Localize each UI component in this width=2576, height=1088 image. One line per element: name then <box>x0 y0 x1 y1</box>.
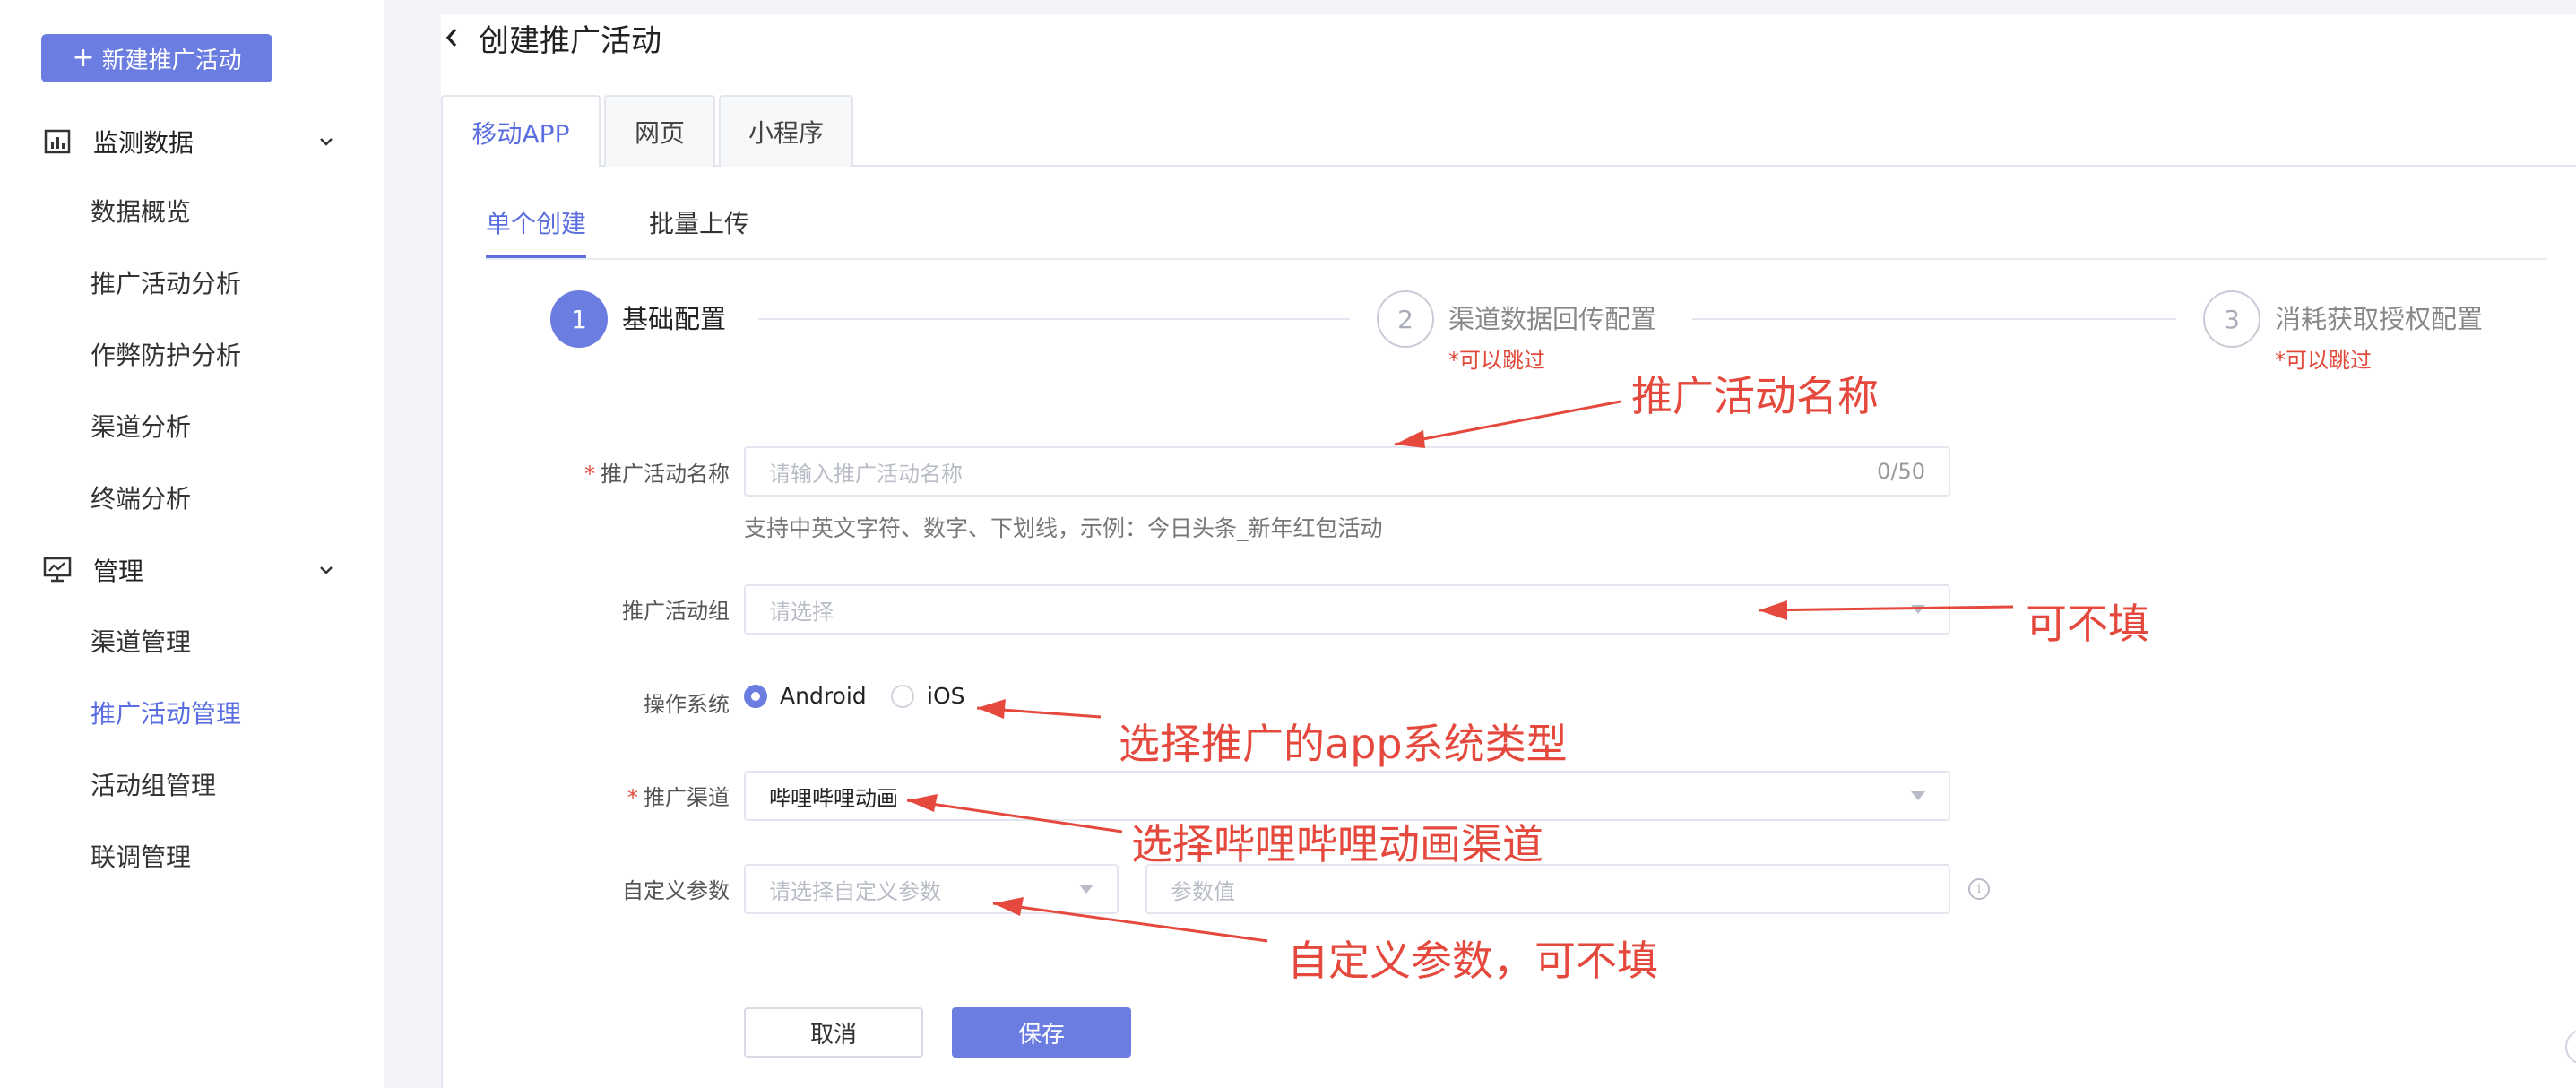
required-mark: * <box>627 785 638 810</box>
chevron-down-icon <box>316 559 337 581</box>
os-label: 操作系统 <box>644 692 730 717</box>
radio-unchecked-icon <box>891 684 914 708</box>
annotation-custom-param: 自定义参数，可不填 <box>1287 937 1658 985</box>
campaign-group-select[interactable]: 请选择 <box>744 584 1950 635</box>
step-skip-note: *可以跳过 <box>1448 348 1545 373</box>
info-icon[interactable]: i <box>1968 878 1990 900</box>
cancel-button[interactable]: 取消 <box>744 1007 923 1058</box>
main-area: 创建推广活动 移动APP 网页 小程序 单个创建 批量上传 1 基础配置 2 渠… <box>441 0 2576 1088</box>
chevron-down-icon <box>316 131 337 152</box>
tab-mini-program[interactable]: 小程序 <box>719 95 853 167</box>
channel-label: * 推广渠道 <box>627 785 730 810</box>
annotation-channel: 选择哔哩哔哩动画渠道 <box>1131 820 1543 868</box>
step-title: 基础配置 <box>622 304 727 334</box>
custom-param-label: 自定义参数 <box>622 878 730 903</box>
campaign-name-input[interactable]: 请输入推广活动名称 0/50 <box>744 446 1950 497</box>
campaign-name-placeholder: 请输入推广活动名称 <box>769 461 963 487</box>
annotation-os-type: 选择推广的app系统类型 <box>1119 720 1568 768</box>
campaign-name-label: * 推广活动名称 <box>584 462 730 487</box>
top-strip <box>384 0 2576 14</box>
sidebar-group-management[interactable]: 管理 <box>41 543 337 597</box>
caret-down-icon <box>1079 885 1094 894</box>
create-mode-tabs: 单个创建 批量上传 <box>486 203 2547 260</box>
radio-checked-icon <box>744 684 767 708</box>
os-ios-label: iOS <box>927 683 965 709</box>
tab-web[interactable]: 网页 <box>604 95 715 167</box>
sidebar-item-channel-management[interactable]: 渠道管理 <box>91 620 191 665</box>
sidebar: + 新建推广活动 监测数据 数据概览 推广活动分析 作弊防护分析 渠道分析 终端… <box>0 0 384 1088</box>
monitor-chart-icon <box>41 554 73 586</box>
required-mark: * <box>584 462 595 487</box>
new-campaign-button[interactable]: + 新建推广活动 <box>41 34 272 82</box>
channel-value: 哔哩哔哩动画 <box>769 785 898 811</box>
new-campaign-label: 新建推广活动 <box>101 47 242 74</box>
tab-mobile-app[interactable]: 移动APP <box>441 95 601 168</box>
step-3: 3 消耗获取授权配置 *可以跳过 <box>2203 290 2483 374</box>
step-connector <box>1692 318 2176 320</box>
param-value-placeholder: 参数值 <box>1171 878 1235 904</box>
sidebar-item-terminal-analysis[interactable]: 终端分析 <box>91 477 191 522</box>
sidebar-item-data-overview[interactable]: 数据概览 <box>91 190 191 235</box>
tab-single-create[interactable]: 单个创建 <box>486 203 587 258</box>
step-title: 消耗获取授权配置 <box>2275 304 2484 334</box>
char-count: 0/50 <box>1877 459 1925 484</box>
campaign-name-hint: 支持中英文字符、数字、下划线，示例：今日头条_新年红包活动 <box>744 515 1383 541</box>
os-ios-radio[interactable]: iOS <box>891 683 965 709</box>
tab-batch-upload[interactable]: 批量上传 <box>649 203 749 258</box>
back-title[interactable]: 创建推广活动 <box>441 14 661 61</box>
step-connector <box>758 318 1350 320</box>
sidebar-item-joint-debug[interactable]: 联调管理 <box>91 835 191 880</box>
step-skip-note: *可以跳过 <box>2275 348 2372 373</box>
sidebar-group-label: 管理 <box>93 557 144 586</box>
step-title: 渠道数据回传配置 <box>1448 304 1657 334</box>
page-title: 创建推广活动 <box>479 22 661 59</box>
sidebar-item-channel-analysis[interactable]: 渠道分析 <box>91 405 191 450</box>
step-number: 3 <box>2203 290 2260 348</box>
step-2: 2 渠道数据回传配置 *可以跳过 <box>1377 290 1656 374</box>
platform-tabs: 移动APP 网页 小程序 <box>441 95 2576 168</box>
annotation-campaign-name: 推广活动名称 <box>1631 372 1879 420</box>
layout-gutter <box>384 0 441 1088</box>
bar-chart-icon <box>41 125 73 158</box>
step-number: 1 <box>550 290 608 348</box>
os-android-label: Android <box>780 683 867 709</box>
save-button[interactable]: 保存 <box>952 1007 1131 1058</box>
sidebar-item-fraud-analysis[interactable]: 作弊防护分析 <box>91 333 241 378</box>
os-android-radio[interactable]: Android <box>744 683 867 709</box>
plus-icon: + <box>72 42 95 73</box>
step-1: 1 基础配置 <box>550 290 726 348</box>
chevron-left-icon <box>445 24 466 51</box>
campaign-group-placeholder: 请选择 <box>769 599 834 625</box>
caret-down-icon <box>1911 605 1925 614</box>
caret-down-icon <box>1911 791 1925 800</box>
sidebar-item-campaign-analysis[interactable]: 推广活动分析 <box>91 262 241 307</box>
sidebar-item-group-management[interactable]: 活动组管理 <box>91 764 216 808</box>
custom-param-placeholder: 请选择自定义参数 <box>769 878 941 904</box>
param-value-input[interactable]: 参数值 <box>1145 864 1950 914</box>
sidebar-group-monitoring[interactable]: 监测数据 <box>41 115 337 168</box>
sidebar-group-label: 监测数据 <box>93 128 194 158</box>
step-number: 2 <box>1377 290 1434 348</box>
custom-param-select[interactable]: 请选择自定义参数 <box>744 864 1119 914</box>
annotation-optional: 可不填 <box>2026 600 2149 648</box>
sidebar-item-campaign-management[interactable]: 推广活动管理 <box>91 692 241 737</box>
campaign-group-label: 推广活动组 <box>622 599 730 624</box>
